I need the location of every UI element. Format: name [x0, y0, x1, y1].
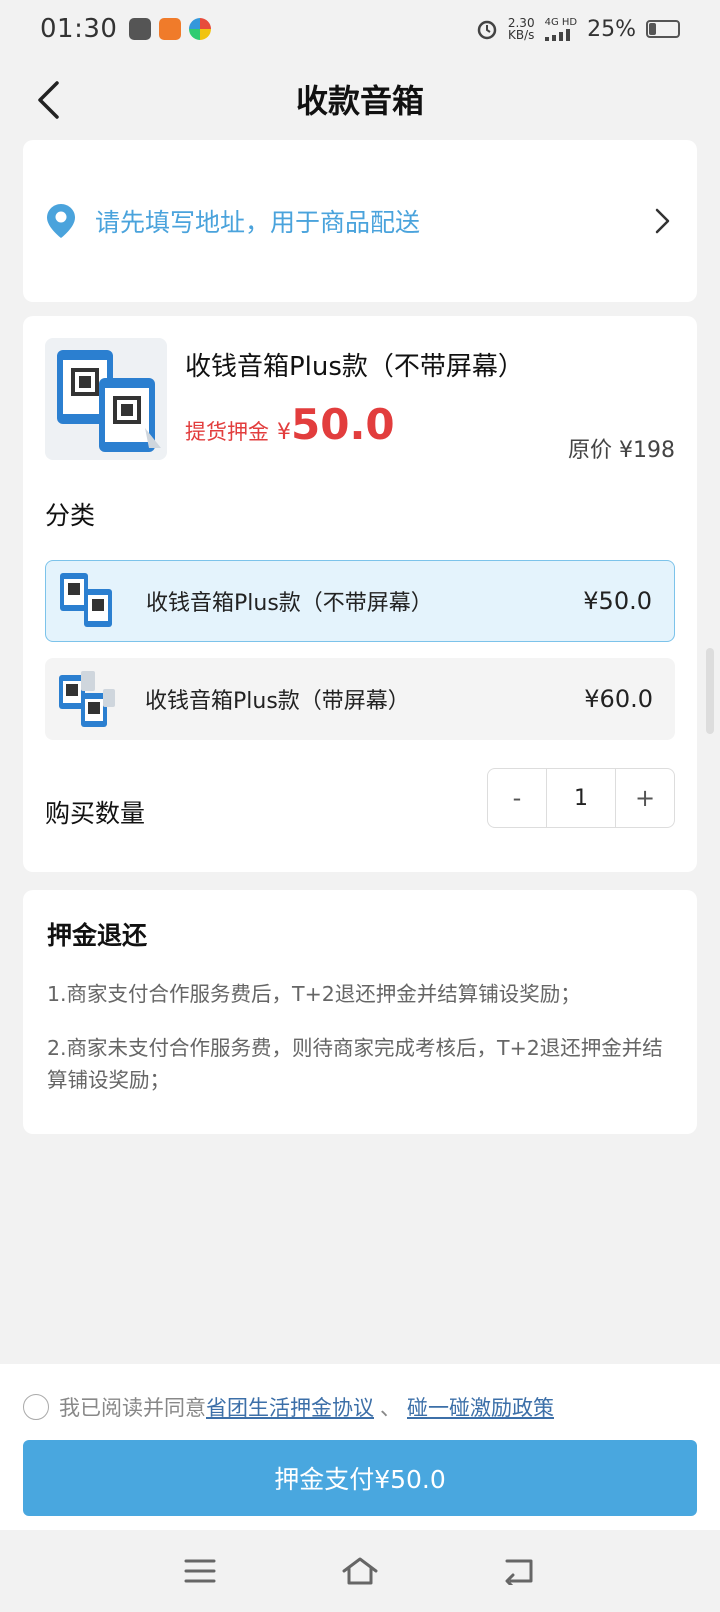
- refund-rule-1: 1.商家支付合作服务费后，T+2退还押金并结算铺设奖励；: [47, 982, 581, 1006]
- speaker-device-image: [57, 350, 161, 452]
- deposit-currency: ¥: [277, 420, 291, 445]
- battery-level: [649, 23, 656, 35]
- quantity-plus-button[interactable]: +: [616, 769, 674, 827]
- chevron-left-icon: [38, 81, 59, 119]
- quantity-value[interactable]: 1: [546, 769, 616, 827]
- category-label: 分类: [45, 501, 96, 530]
- status-app-icons: [129, 18, 212, 40]
- browser-app-icon: [189, 18, 212, 40]
- deposit-agreement-link[interactable]: 省团生活押金协议: [206, 1392, 374, 1422]
- product-card: 收钱音箱Plus款（不带屏幕） 提货押金 ¥ 50.0 原价 ¥198 分类 收…: [23, 316, 697, 872]
- quantity-minus-button[interactable]: -: [488, 769, 546, 827]
- shop-app-icon: [159, 18, 182, 40]
- incentive-policy-link[interactable]: 碰一碰激励政策: [407, 1392, 554, 1422]
- agreement-separator: 、: [380, 1396, 401, 1420]
- net-speed: 2.30 KB/s: [507, 16, 535, 42]
- option-price: ¥50.0: [583, 587, 652, 615]
- wallet-app-icon: [129, 18, 152, 40]
- product-name: 收钱音箱Plus款（不带屏幕）: [185, 352, 524, 382]
- option-image: [56, 569, 120, 633]
- category-option-no-screen[interactable]: 收钱音箱Plus款（不带屏幕） ¥50.0: [45, 560, 675, 642]
- product-image: [45, 338, 167, 460]
- page-title: 收款音箱: [295, 82, 424, 120]
- system-menu-button[interactable]: [120, 1541, 280, 1601]
- refund-card: 押金退还 1.商家支付合作服务费后，T+2退还押金并结算铺设奖励； 2.商家未支…: [23, 890, 697, 1134]
- menu-icon: [184, 1559, 216, 1583]
- option-image: [55, 667, 119, 731]
- option-price: ¥60.0: [584, 685, 653, 713]
- deposit-label: 提货押金: [185, 420, 269, 444]
- deposit-amount: 50.0: [291, 400, 395, 449]
- back-button[interactable]: [26, 78, 70, 122]
- signal-indicator: 4G HD: [544, 17, 578, 41]
- option-name: 收钱音箱Plus款（带屏幕）: [145, 689, 410, 714]
- back-icon: [505, 1559, 533, 1585]
- agreement-row: 我已阅读并同意 省团生活押金协议 、 碰一碰激励政策: [23, 1392, 554, 1422]
- scrollbar[interactable]: [706, 648, 714, 734]
- status-right: 2.30 KB/s 4G HD 25%: [476, 17, 680, 42]
- status-bar: 01:30 2.30 KB/s 4G HD 25%: [0, 0, 720, 58]
- system-nav-bar: [0, 1530, 720, 1612]
- chevron-right-icon: [655, 208, 670, 234]
- home-icon: [342, 1557, 378, 1585]
- status-time: 01:30: [40, 14, 118, 44]
- category-option-with-screen[interactable]: 收钱音箱Plus款（带屏幕） ¥60.0: [45, 658, 675, 740]
- agreement-prefix: 我已阅读并同意: [59, 1396, 206, 1420]
- battery-icon: [646, 20, 680, 38]
- quantity-label: 购买数量: [45, 799, 146, 828]
- nav-bar: 收款音箱: [0, 58, 720, 140]
- original-price: 原价 ¥198: [568, 438, 675, 463]
- system-back-button[interactable]: [440, 1541, 600, 1601]
- agreement-radio[interactable]: [23, 1394, 49, 1420]
- location-pin-icon: [47, 204, 75, 238]
- battery-percent: 25%: [587, 16, 636, 42]
- address-prompt: 请先填写地址，用于商品配送: [95, 208, 421, 237]
- signal-icon: [544, 29, 570, 41]
- system-home-button[interactable]: [280, 1541, 440, 1601]
- refund-title: 押金退还: [47, 921, 148, 950]
- network-type: 4G HD: [544, 17, 578, 28]
- bottom-panel: 我已阅读并同意 省团生活押金协议 、 碰一碰激励政策 押金支付¥50.0: [0, 1364, 720, 1530]
- option-name: 收钱音箱Plus款（不带屏幕）: [146, 591, 433, 616]
- address-row[interactable]: 请先填写地址，用于商品配送: [23, 140, 697, 302]
- alarm-icon: [477, 20, 497, 40]
- deposit-pay-button[interactable]: 押金支付¥50.0: [23, 1440, 697, 1516]
- refund-rule-2: 2.商家未支付合作服务费，则待商家完成考核后，T+2退还押金并结算铺设奖励；: [47, 1036, 663, 1092]
- quantity-stepper: - 1 +: [487, 768, 675, 828]
- deposit-price: 提货押金 ¥ 50.0: [185, 400, 395, 449]
